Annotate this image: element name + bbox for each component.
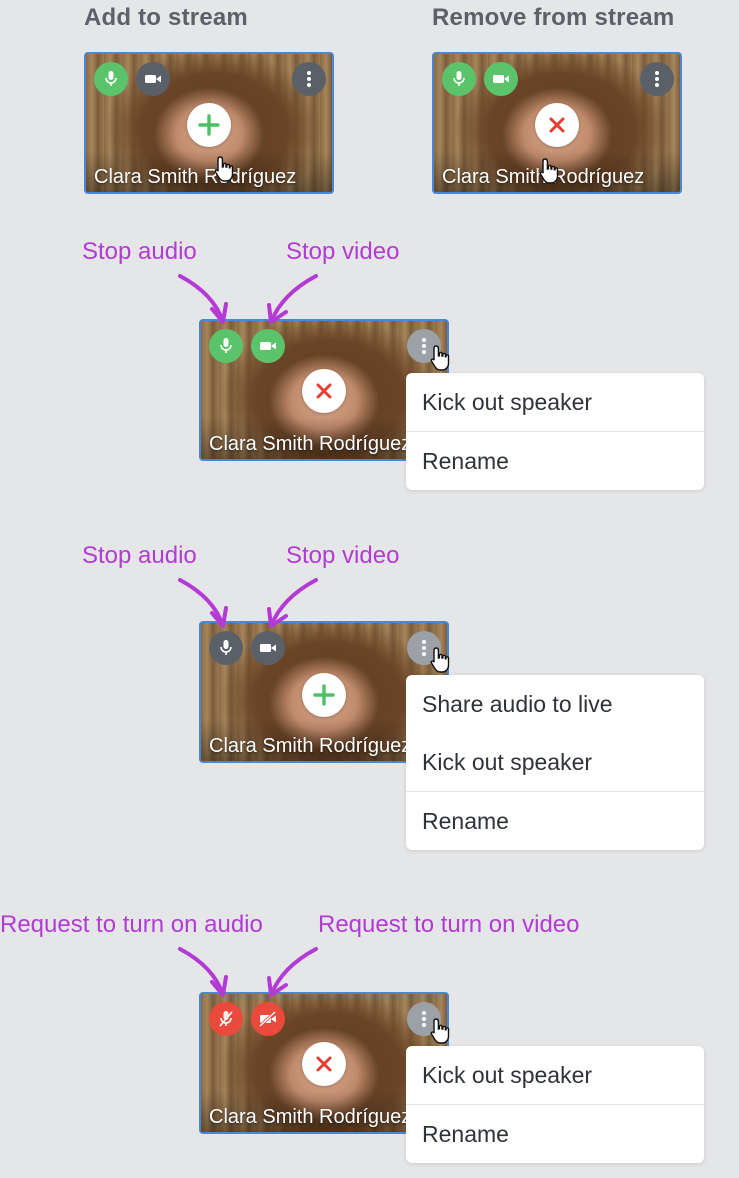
menu-item-kick-out[interactable]: Kick out speaker xyxy=(406,373,704,431)
menu-item-share-audio[interactable]: Share audio to live xyxy=(406,675,704,733)
menu-item-kick-out[interactable]: Kick out speaker xyxy=(406,1046,704,1104)
mic-icon[interactable] xyxy=(442,62,476,96)
add-to-stream-heading: Add to stream xyxy=(84,4,248,31)
stop-video-annotation: Stop video xyxy=(286,238,400,265)
mic-icon[interactable] xyxy=(94,62,128,96)
close-icon[interactable] xyxy=(535,103,579,147)
close-icon[interactable] xyxy=(302,369,346,413)
speaker-context-menu: Kick out speaker Rename xyxy=(406,373,704,490)
stop-video-annotation: Stop video xyxy=(286,542,400,569)
speaker-name-label: Clara Smith Rodríguez xyxy=(209,735,412,757)
menu-item-rename[interactable]: Rename xyxy=(406,1104,704,1163)
hand-cursor-icon xyxy=(214,156,234,182)
mic-icon[interactable] xyxy=(209,329,243,363)
mic-icon[interactable] xyxy=(209,631,243,665)
video-camera-icon[interactable] xyxy=(251,631,285,665)
close-icon[interactable] xyxy=(302,1042,346,1086)
arrow-stop-audio xyxy=(178,274,225,324)
arrow-request-audio xyxy=(178,947,225,997)
menu-item-kick-out[interactable]: Kick out speaker xyxy=(406,733,704,791)
menu-item-rename[interactable]: Rename xyxy=(406,791,704,850)
arrow-request-video xyxy=(269,947,318,997)
video-off-icon[interactable] xyxy=(251,1002,285,1036)
request-video-annotation: Request to turn on video xyxy=(318,911,580,938)
speaker-name-label: Clara Smith Rodríguez xyxy=(209,433,412,455)
request-audio-annotation: Request to turn on audio xyxy=(0,911,263,938)
video-camera-icon[interactable] xyxy=(136,62,170,96)
plus-icon[interactable] xyxy=(302,673,346,717)
speaker-name-label: Clara Smith Rodríguez xyxy=(209,1106,412,1128)
speaker-context-menu: Kick out speaker Rename xyxy=(406,1046,704,1163)
mic-off-icon[interactable] xyxy=(209,1002,243,1036)
arrow-stop-audio xyxy=(178,578,225,628)
hand-cursor-icon xyxy=(430,647,450,673)
speaker-context-menu: Share audio to live Kick out speaker Ren… xyxy=(406,675,704,850)
hand-cursor-icon xyxy=(539,158,559,184)
remove-from-stream-heading: Remove from stream xyxy=(432,4,675,31)
hand-cursor-icon xyxy=(430,1018,450,1044)
arrow-stop-video xyxy=(269,578,318,628)
hand-cursor-icon xyxy=(430,345,450,371)
video-camera-icon[interactable] xyxy=(251,329,285,363)
speaker-name-label: Clara Smith Rodríguez xyxy=(94,166,297,188)
more-vertical-icon[interactable] xyxy=(640,62,674,96)
arrow-stop-video xyxy=(269,274,318,324)
speaker-tile-add[interactable]: Clara Smith Rodríguez xyxy=(84,52,334,194)
video-camera-icon[interactable] xyxy=(484,62,518,96)
plus-icon[interactable] xyxy=(187,103,231,147)
stop-audio-annotation: Stop audio xyxy=(82,238,197,265)
more-vertical-icon[interactable] xyxy=(292,62,326,96)
menu-item-rename[interactable]: Rename xyxy=(406,431,704,490)
stop-audio-annotation: Stop audio xyxy=(82,542,197,569)
